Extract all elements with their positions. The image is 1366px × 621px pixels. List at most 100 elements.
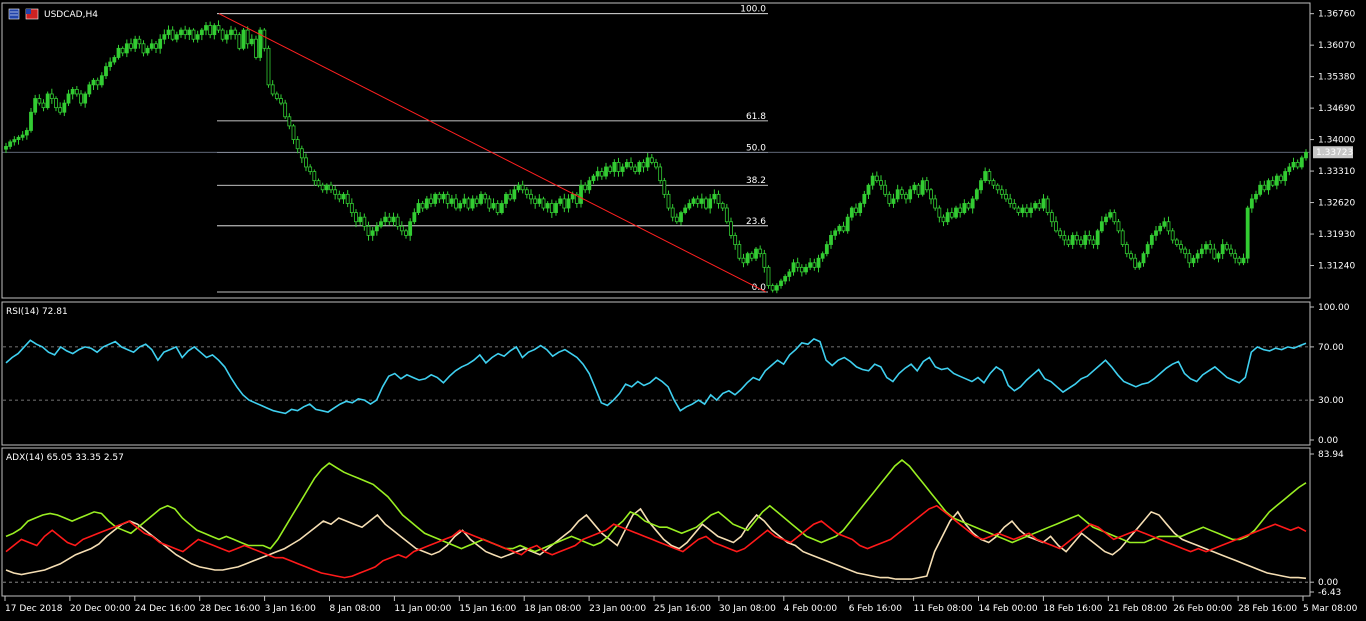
candle-body	[629, 162, 633, 168]
price-panel[interactable]: 1.36760 1.36070 1.35380 1.34690 1.34000 1.333…	[2, 5, 1355, 294]
candle-body	[91, 79, 96, 86]
candle-body	[49, 93, 54, 99]
time-tick-label: 23 Jan 00:00	[589, 604, 646, 614]
candle-body	[612, 162, 617, 172]
candle-body	[41, 102, 46, 109]
candle-body	[1008, 198, 1013, 204]
candle-body	[979, 180, 983, 191]
candle-body	[687, 203, 692, 209]
price-tick-label: 1.35380	[1318, 73, 1355, 83]
fib-level-label: 61.8	[746, 112, 766, 122]
candle-body	[683, 207, 688, 213]
candle-body	[708, 198, 713, 209]
adx-tick-label: -6.43	[1318, 588, 1341, 598]
candle-body	[841, 225, 846, 232]
time-tick-label: 11 Feb 08:00	[914, 604, 973, 614]
price-tick-label: 1.34690	[1318, 104, 1355, 114]
candle-body	[274, 93, 279, 99]
candle-body	[404, 230, 408, 236]
candle-body	[183, 29, 188, 36]
price-tick-label: 1.33310	[1318, 167, 1355, 177]
candle-body	[854, 207, 858, 213]
candle-body	[245, 29, 250, 45]
candle-body	[312, 171, 317, 182]
candle-body	[920, 180, 925, 195]
candle-body	[337, 193, 342, 200]
candle-body	[399, 225, 404, 232]
candle-body	[395, 216, 400, 227]
candle-body	[1045, 198, 1050, 213]
candle-body	[1249, 198, 1254, 209]
candle-body	[883, 184, 888, 195]
candle-body	[199, 29, 204, 36]
candle-body	[1279, 175, 1283, 182]
candle-body	[124, 43, 129, 54]
candle-body	[954, 207, 958, 218]
candle-body	[1216, 253, 1221, 259]
candle-body	[262, 29, 267, 49]
candle-body	[474, 198, 479, 204]
candle-body	[529, 193, 533, 200]
time-tick-label: 28 Dec 16:00	[200, 604, 261, 614]
candle-body	[908, 189, 913, 200]
candle-body	[1074, 235, 1079, 241]
adx-title: ADX(14) 65.05 33.35 2.57	[6, 453, 124, 463]
time-tick-label: 3 Jan 16:00	[265, 604, 317, 614]
candle-body	[58, 107, 63, 113]
candle-body	[645, 157, 650, 168]
candle-body	[729, 221, 733, 236]
rsi-panel[interactable]: 100.00 70.00 30.00 0.00	[3, 303, 1350, 446]
candle-body	[454, 198, 458, 209]
candle-body	[983, 171, 988, 182]
candle-body	[1158, 225, 1163, 232]
candle-body	[779, 280, 783, 286]
trading-chart[interactable]: 1.36760 1.36070 1.35380 1.34690 1.34000 1.333…	[0, 0, 1366, 621]
candle-body	[8, 141, 13, 147]
price-tick-label: 1.36070	[1318, 41, 1355, 51]
candle-body	[1245, 207, 1250, 259]
candle-body	[1229, 248, 1233, 255]
time-tick-label: 11 Jan 00:00	[394, 604, 451, 614]
candle-body	[333, 189, 338, 195]
candle-body	[362, 216, 367, 227]
candle-body	[212, 25, 217, 36]
candle-body	[87, 84, 92, 95]
candle-body	[774, 285, 779, 291]
candle-body	[483, 193, 488, 200]
candle-body	[104, 66, 108, 77]
candle-body	[79, 93, 83, 104]
candle-body	[1091, 239, 1096, 245]
candle-body	[145, 47, 150, 54]
candle-body	[812, 262, 817, 268]
time-tick-label: 20 Dec 00:00	[70, 604, 131, 614]
candle-body	[479, 193, 483, 204]
candle-body	[562, 198, 567, 209]
candle-body	[545, 203, 550, 209]
candle-body	[249, 38, 254, 45]
candle-body	[1087, 235, 1092, 241]
candle-body	[1041, 198, 1046, 209]
candle-body	[324, 184, 329, 191]
candle-body	[1162, 221, 1167, 227]
candle-body	[166, 29, 171, 36]
candle-body	[374, 225, 379, 232]
candle-body	[549, 203, 554, 213]
candle-body	[608, 166, 613, 172]
time-tick-label: 24 Dec 16:00	[135, 604, 196, 614]
candle-body	[24, 130, 29, 136]
candle-body	[991, 180, 996, 186]
candle-body	[741, 257, 746, 264]
candle-body	[624, 162, 629, 168]
candle-body	[987, 171, 992, 182]
candle-body	[154, 43, 158, 49]
candle-body	[295, 139, 300, 150]
candle-body	[674, 216, 679, 223]
candle-body	[1020, 207, 1025, 213]
candle-body	[179, 29, 183, 36]
candle-body	[1079, 239, 1083, 245]
candle-body	[508, 193, 513, 200]
candle-body	[1166, 221, 1171, 232]
time-tick-label: 4 Feb 00:00	[784, 604, 838, 614]
adx-panel[interactable]: 83.94 0.00-6.43	[3, 450, 1344, 598]
candle-body	[462, 198, 467, 204]
